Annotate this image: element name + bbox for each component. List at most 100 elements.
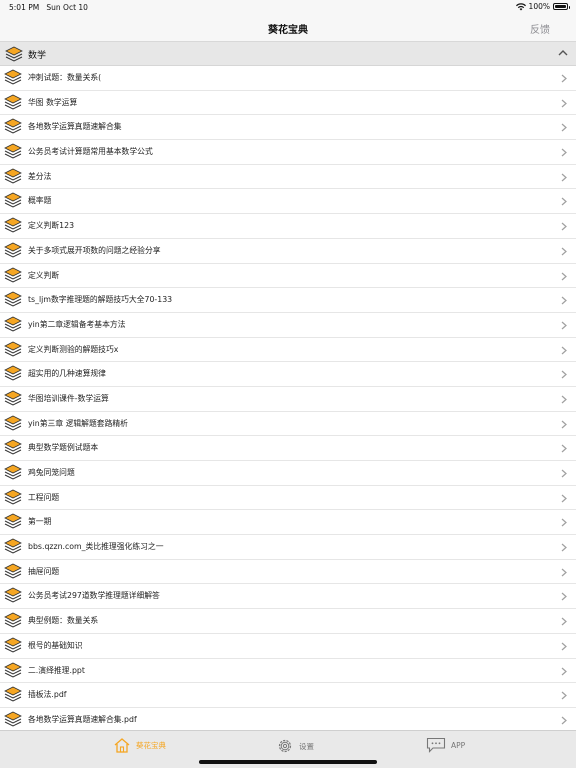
chevron-right-icon — [561, 197, 567, 206]
list-item[interactable]: 插板法.pdf — [0, 683, 576, 708]
list-item[interactable]: 典型数学题例试题本 — [0, 436, 576, 461]
list-item-label: bbs.qzzn.com_类比推理强化练习之一 — [28, 542, 164, 552]
stack-layers-icon — [4, 538, 22, 554]
list-item-label: 差分法 — [28, 171, 52, 181]
list-item[interactable]: 超实用的几种速算规律 — [0, 362, 576, 387]
wifi-icon — [515, 2, 526, 10]
chevron-right-icon — [561, 148, 567, 157]
chevron-right-icon — [561, 691, 567, 700]
tab-app[interactable]: APP — [426, 737, 465, 753]
chevron-right-icon — [561, 543, 567, 552]
stack-layers-icon — [4, 439, 22, 455]
list-item[interactable]: 关于多项式展开项数的问题之经验分享 — [0, 238, 576, 264]
document-list: 冲刺试题：数量关系( 华图 数学运算各地数学运算真题速解合集公务员考试计算题常用基… — [0, 66, 576, 730]
list-item[interactable]: 各地数学运算真题速解合集.pdf — [0, 707, 576, 730]
stack-layers-icon — [4, 94, 22, 110]
list-item[interactable]: 华图 数学运算 — [0, 90, 576, 116]
chevron-right-icon — [561, 395, 567, 404]
stack-layers-icon — [4, 242, 22, 258]
list-item[interactable]: bbs.qzzn.com_类比推理强化练习之一 — [0, 535, 576, 560]
list-item-label: 各地数学运算真题速解合集.pdf — [28, 714, 137, 724]
chevron-right-icon — [561, 518, 567, 527]
list-item-label: 公务员考试297道数学推理题详细解答 — [28, 591, 160, 601]
stack-layers-icon — [4, 711, 22, 727]
list-item[interactable]: 抽屉问题 — [0, 559, 576, 585]
list-item-label: 定义判断123 — [28, 221, 75, 231]
list-item[interactable]: 各地数学运算真题速解合集 — [0, 115, 576, 141]
list-item[interactable]: 公务员考试计算题常用基本数学公式 — [0, 140, 576, 165]
stack-layers-icon — [4, 316, 22, 332]
list-item-label: 超实用的几种速算规律 — [28, 369, 106, 379]
chevron-right-icon — [561, 222, 567, 231]
page-title: 葵花宝典 — [268, 25, 308, 36]
list-item[interactable]: 工程问题 — [0, 485, 576, 511]
list-item-label: 关于多项式展开项数的问题之经验分享 — [28, 245, 161, 255]
list-item-label: 根号的基础知识 — [28, 640, 83, 650]
stack-layers-icon — [4, 563, 22, 579]
list-item-label: ts_ljm数字推理题的解题技巧大全70-133 — [28, 295, 173, 305]
gear-icon — [278, 739, 292, 753]
list-item[interactable]: 定义判断123 — [0, 214, 576, 239]
list-item[interactable]: 定义判断测验的解题技巧x — [0, 337, 576, 363]
list-item[interactable]: 定义判断 — [0, 263, 576, 289]
tab-home[interactable]: 葵花宝典 — [113, 737, 166, 753]
list-item-label: 各地数学运算真题速解合集 — [28, 122, 122, 132]
list-item[interactable]: 典型例题：数量关系 — [0, 609, 576, 634]
stack-layers-icon — [4, 291, 22, 307]
chevron-right-icon — [561, 74, 567, 83]
stack-layers-icon — [4, 637, 22, 653]
list-item-label: 工程问题 — [28, 492, 60, 502]
list-item-label: 定义判断 — [28, 270, 60, 280]
list-item[interactable]: ts_ljm数字推理题的解题技巧大全70-133 — [0, 288, 576, 313]
status-right: 100% — [515, 2, 570, 11]
section-header-math[interactable]: 数学 — [0, 42, 576, 66]
chevron-up-icon[interactable] — [556, 46, 570, 60]
stack-layers-icon — [4, 686, 22, 702]
list-item[interactable]: 根号的基础知识 — [0, 633, 576, 659]
list-item[interactable]: yin第三章 逻辑解题套路精析 — [0, 411, 576, 437]
tab-home-label: 葵花宝典 — [136, 740, 166, 750]
list-item-label: 抽屉问题 — [28, 566, 60, 576]
chevron-right-icon — [561, 494, 567, 503]
list-item-label: 华图培训课件-数学运算 — [28, 393, 109, 403]
list-item[interactable]: 二.演绎推理.ppt — [0, 658, 576, 684]
list-item-label: 插板法.pdf — [28, 690, 67, 700]
chevron-right-icon — [561, 321, 567, 330]
chevron-right-icon — [561, 642, 567, 651]
battery-percent: 100% — [528, 2, 550, 11]
section-title: 数学 — [28, 51, 47, 61]
list-item[interactable]: 鸡兔同笼问题 — [0, 461, 576, 486]
chevron-right-icon — [561, 370, 567, 379]
list-item-label: yin第二章逻辑备考基本方法 — [28, 319, 126, 329]
list-item[interactable]: 冲刺试题：数量关系( — [0, 66, 576, 91]
feedback-button[interactable]: 反馈 — [530, 21, 550, 36]
stack-layers-icon — [4, 612, 22, 628]
list-item[interactable]: 概率题 — [0, 189, 576, 215]
stack-layers-icon — [4, 143, 22, 159]
navigation-bar: 葵花宝典 反馈 — [0, 14, 576, 42]
stack-layers-icon — [4, 513, 22, 529]
chevron-right-icon — [561, 173, 567, 182]
chevron-right-icon — [561, 272, 567, 280]
chevron-right-icon — [561, 99, 567, 108]
tab-settings[interactable]: 设置 — [276, 737, 314, 755]
stack-layers-icon — [4, 390, 22, 406]
chevron-right-icon — [561, 296, 567, 305]
list-item[interactable]: 差分法 — [0, 164, 576, 190]
home-indicator[interactable] — [199, 760, 377, 764]
list-item[interactable]: yin第二章逻辑备考基本方法 — [0, 312, 576, 338]
list-item[interactable]: 华图培训课件-数学运算 — [0, 386, 576, 412]
tab-bar: 葵花宝典 设置 APP — [0, 730, 576, 768]
chevron-right-icon — [561, 592, 567, 601]
list-item[interactable]: 公务员考试297道数学推理题详细解答 — [0, 584, 576, 610]
stack-layers-icon — [4, 267, 22, 283]
stack-layers-icon — [4, 69, 22, 85]
tab-settings-label: 设置 — [299, 741, 314, 751]
list-item-label: 定义判断测验的解题技巧x — [28, 344, 119, 354]
chevron-right-icon — [561, 123, 567, 132]
list-item[interactable]: 第一期 — [0, 510, 576, 536]
chevron-right-icon — [561, 247, 567, 256]
stack-layers-icon — [4, 587, 22, 603]
stack-layers-icon — [4, 192, 22, 208]
list-item-label: 冲刺试题：数量关系( — [28, 73, 102, 82]
